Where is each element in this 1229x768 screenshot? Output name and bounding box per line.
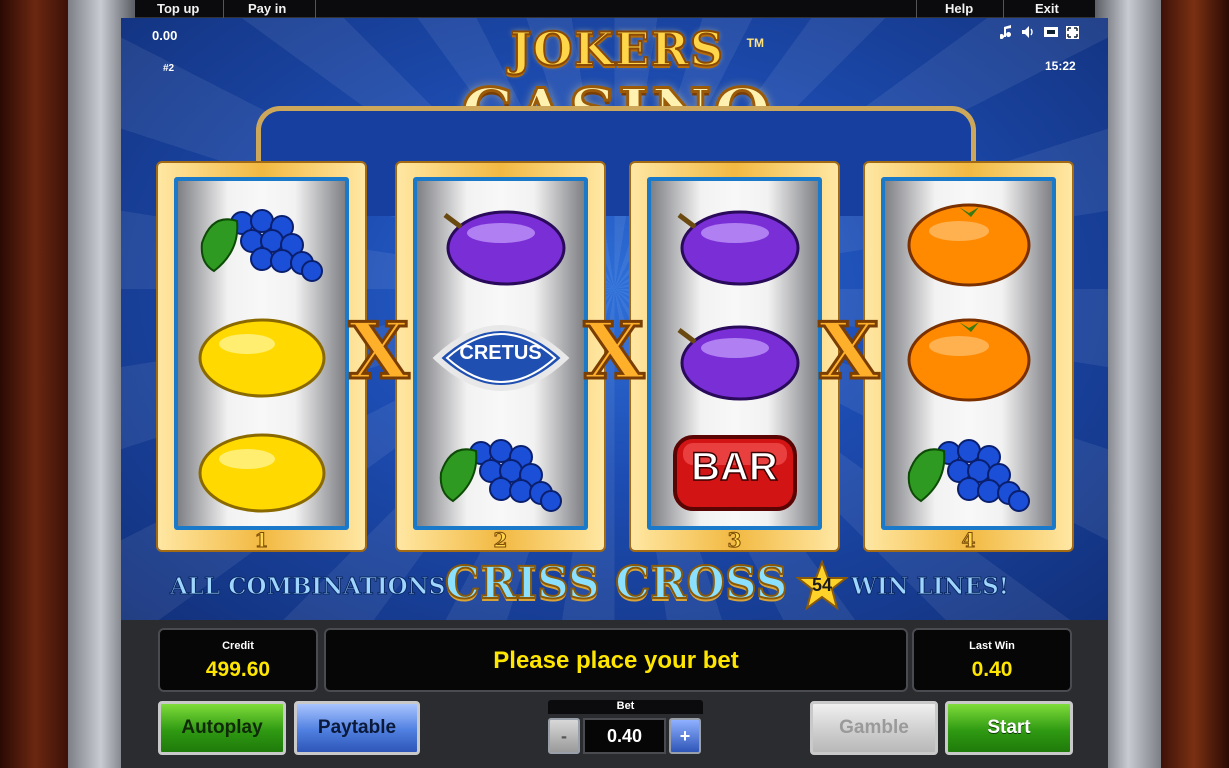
topbar-divider xyxy=(223,0,224,18)
gamble-button[interactable]: Gamble xyxy=(810,701,938,755)
plum-icon xyxy=(677,210,799,285)
symbol-plum xyxy=(417,185,584,300)
reel-window xyxy=(174,177,349,530)
clock: 15:22 xyxy=(1045,59,1076,73)
speaker-icon[interactable] xyxy=(1022,26,1033,38)
reel-number: 1 xyxy=(254,528,269,553)
bet-value: 0.40 xyxy=(583,718,666,754)
reel-window: BAR xyxy=(647,177,822,530)
bet-label: Bet xyxy=(548,700,703,714)
criss-cross-text: CRISS CROSS xyxy=(444,557,789,610)
star-badge: 54 xyxy=(795,559,849,612)
criss-cross-banner: ALL COMBINATIONS CRISS CROSS 54 WIN LINE… xyxy=(169,557,1020,614)
reel-1: 1 xyxy=(158,163,365,553)
top-up-link[interactable]: Top up xyxy=(157,1,199,16)
reel-number: 4 xyxy=(961,528,976,553)
paytable-button[interactable]: Paytable xyxy=(294,701,420,755)
autoplay-button[interactable]: Autoplay xyxy=(158,701,286,755)
symbol-bar: BAR xyxy=(651,415,818,530)
symbol-plum xyxy=(651,185,818,300)
trademark: TM xyxy=(746,36,764,50)
symbol-cretus-logo: CRETUS xyxy=(417,300,584,415)
reel-number: 2 xyxy=(493,528,508,553)
game-id: #2 xyxy=(163,63,175,74)
screen-icon[interactable] xyxy=(1044,27,1058,37)
bet-control: Bet - 0.40 + xyxy=(548,700,703,756)
orange-icon xyxy=(907,203,1030,286)
plum-icon xyxy=(677,325,799,400)
topbar-divider xyxy=(315,0,316,18)
grapes-icon xyxy=(439,438,562,512)
topbar-divider xyxy=(916,0,917,18)
last-win-value: 0.40 xyxy=(971,658,1013,681)
settings-icon-row xyxy=(999,24,1084,40)
cross-mark: X xyxy=(817,306,881,397)
reel-window xyxy=(881,177,1056,530)
fullscreen-icon[interactable] xyxy=(1066,26,1079,39)
lemon-icon xyxy=(198,318,325,397)
symbol-plum xyxy=(651,300,818,415)
start-button[interactable]: Start xyxy=(945,701,1073,755)
reel-2: CRETUS 2 xyxy=(397,163,604,553)
cretus-text: CRETUS xyxy=(459,342,542,364)
grapes-icon xyxy=(200,208,323,282)
reel-window: CRETUS xyxy=(413,177,588,530)
win-lines-count: 54 xyxy=(811,575,833,595)
background-left xyxy=(0,0,70,768)
bet-decrease-button[interactable]: - xyxy=(548,718,580,754)
music-note-icon[interactable] xyxy=(999,25,1011,39)
top-bar: Top up Pay in Help Exit xyxy=(135,0,1095,18)
background-right xyxy=(1159,0,1229,768)
status-message: Please place your bet xyxy=(493,647,739,674)
cross-mark: X xyxy=(582,306,646,397)
topbar-divider xyxy=(1003,0,1004,18)
reel-3: BAR 3 xyxy=(631,163,838,553)
help-link[interactable]: Help xyxy=(945,1,973,16)
symbol-orange xyxy=(885,185,1052,300)
message-display: Please place your bet xyxy=(324,628,908,692)
symbol-grapes xyxy=(417,415,584,530)
cross-mark: X xyxy=(347,306,411,397)
last-win-display: Last Win 0.40 xyxy=(912,628,1072,692)
symbol-lemon xyxy=(178,415,345,530)
pay-in-link[interactable]: Pay in xyxy=(248,1,286,16)
exit-link[interactable]: Exit xyxy=(1035,1,1059,16)
symbol-grapes xyxy=(178,185,345,300)
reel-number: 3 xyxy=(727,528,742,553)
last-win-label: Last Win xyxy=(969,640,1015,652)
bet-increase-button[interactable]: + xyxy=(669,718,701,754)
orange-icon xyxy=(907,318,1030,401)
reel-4: 4 xyxy=(865,163,1072,553)
plum-icon xyxy=(443,210,565,285)
balance-readout: 0.00 xyxy=(152,28,178,43)
credit-display: Credit 499.60 xyxy=(158,628,318,692)
symbol-grapes xyxy=(885,415,1052,530)
credit-value: 499.60 xyxy=(205,658,271,681)
lemon-icon xyxy=(198,433,325,512)
symbol-orange xyxy=(885,300,1052,415)
all-combinations-text: ALL COMBINATIONS xyxy=(169,573,446,601)
credit-label: Credit xyxy=(222,640,254,652)
symbol-lemon xyxy=(178,300,345,415)
win-lines-text: WIN LINES! xyxy=(851,573,1010,601)
grapes-icon xyxy=(907,438,1030,512)
bar-text: BAR xyxy=(690,444,778,490)
